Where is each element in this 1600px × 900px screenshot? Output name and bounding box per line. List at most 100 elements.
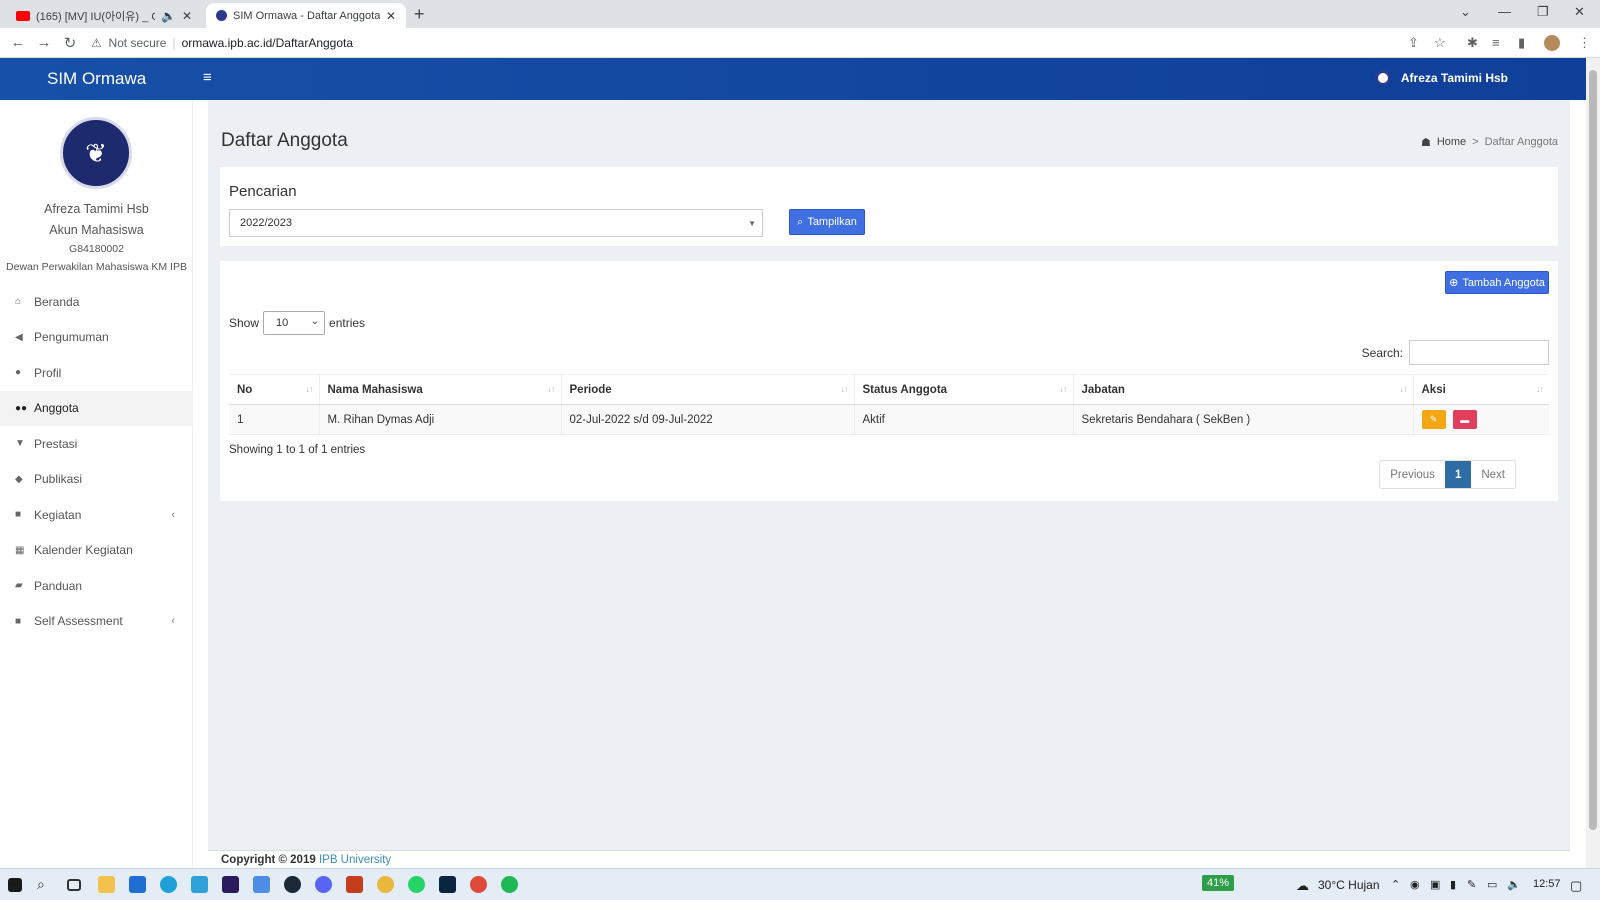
minimize-icon[interactable]: — bbox=[1498, 4, 1511, 19]
back-icon[interactable]: ← bbox=[5, 34, 31, 51]
chrome-menu-icon[interactable]: ⋮ bbox=[1578, 35, 1591, 51]
sidebar-item-kegiatan[interactable]: ■ Kegiatan ‹ bbox=[0, 497, 193, 533]
task-view-icon[interactable] bbox=[67, 879, 81, 891]
edge-icon[interactable] bbox=[160, 876, 177, 893]
sidebar-menu: ⌂ Beranda ◀ Pengumuman ● Profil ●● Anggota ▼… bbox=[0, 284, 193, 639]
youtube-icon bbox=[16, 10, 30, 21]
column-header-jabatan[interactable]: Jabatan ↓↑ bbox=[1072, 374, 1413, 405]
scrollbar-thumb[interactable] bbox=[1589, 70, 1597, 830]
pagination-page-1[interactable]: 1 bbox=[1444, 461, 1472, 488]
browser-toolbar: ← → ↻ ⚠ Not secure | ormawa.ipb.ac.id/Da… bbox=[0, 28, 1600, 58]
device-icon: ▣ bbox=[1430, 879, 1441, 891]
sidebar-item-profil[interactable]: ● Profil bbox=[0, 355, 193, 391]
record-icon: ◉ bbox=[1410, 879, 1420, 891]
tambah-anggota-button[interactable]: ⊕ Tambah Anggota bbox=[1445, 271, 1549, 294]
chrome-icon[interactable] bbox=[377, 876, 394, 893]
table-info: Showing 1 to 1 of 1 entries bbox=[229, 444, 366, 456]
zoom-icon[interactable] bbox=[253, 876, 270, 893]
sidebar-user-role: Akun Mahasiswa bbox=[49, 223, 144, 237]
hamburger-menu-icon[interactable]: ≡ bbox=[203, 69, 212, 86]
discord-icon[interactable] bbox=[315, 876, 332, 893]
weather-text[interactable]: 30°C Hujan bbox=[1318, 878, 1380, 892]
sidebar-item-anggota[interactable]: ●● Anggota bbox=[0, 390, 193, 426]
windows-start-icon[interactable] bbox=[8, 878, 22, 892]
side-panel-icon[interactable]: ▮ bbox=[1518, 35, 1525, 51]
sidebar-item-publikasi[interactable]: ◆ Publikasi bbox=[0, 462, 193, 498]
edit-button[interactable]: ✎ bbox=[1421, 410, 1446, 429]
forward-icon[interactable]: → bbox=[31, 34, 57, 51]
tampilkan-button[interactable]: ⌕ Tampilkan bbox=[789, 209, 865, 235]
column-label: No bbox=[237, 383, 253, 396]
profile-avatar-icon[interactable] bbox=[1544, 35, 1560, 51]
reading-list-icon[interactable]: ≡ bbox=[1492, 35, 1500, 50]
chrome-profile-icon[interactable] bbox=[470, 876, 487, 893]
year-select[interactable]: 2022/2023 ▼ bbox=[229, 209, 763, 237]
sidebar-item-prestasi[interactable]: ▼ Prestasi bbox=[0, 426, 193, 462]
column-header-aksi[interactable]: Aksi ↓↑ bbox=[1412, 374, 1549, 405]
address-bar[interactable]: ⚠ Not secure | ormawa.ipb.ac.id/DaftarAn… bbox=[91, 36, 353, 50]
pagination-previous[interactable]: Previous bbox=[1380, 461, 1445, 488]
browser-tab-youtube[interactable]: (165) [MV] IU(아이유) _ Celeb 🔈 ✕ bbox=[6, 3, 202, 28]
premiere-icon[interactable] bbox=[222, 876, 239, 893]
speaker-icon[interactable]: 🔈 bbox=[161, 9, 176, 23]
mail-icon[interactable] bbox=[129, 876, 146, 893]
share-icon[interactable]: ⇪ bbox=[1408, 35, 1419, 51]
column-header-periode[interactable]: Periode ↓↑ bbox=[560, 374, 854, 405]
copyright-text: Copyright © 2019 bbox=[221, 854, 316, 866]
tab-search-icon[interactable]: ⌄ bbox=[1460, 4, 1471, 20]
powerpoint-icon[interactable] bbox=[346, 876, 363, 893]
spotify-icon[interactable] bbox=[501, 876, 518, 893]
search-input[interactable] bbox=[1409, 340, 1549, 365]
close-tab-icon[interactable]: ✕ bbox=[182, 9, 192, 23]
reload-icon[interactable]: ↻ bbox=[57, 34, 83, 52]
volume-icon[interactable]: 🔈 bbox=[1507, 878, 1521, 891]
whatsapp-icon[interactable] bbox=[408, 876, 425, 893]
year-select-value: 2022/2023 bbox=[240, 217, 292, 229]
tambah-anggota-label: Tambah Anggota bbox=[1462, 276, 1545, 289]
app-header: SIM Ormawa ≡ Afreza Tamimi Hsb bbox=[0, 58, 1586, 100]
extensions-icon[interactable]: ✱ bbox=[1467, 35, 1478, 51]
close-window-icon[interactable]: ✕ bbox=[1574, 4, 1585, 20]
table-header-row: No ↓↑ Nama Mahasiswa ↓↑ Periode ↓↑ Status A… bbox=[229, 374, 1549, 405]
column-header-status[interactable]: Status Anggota ↓↑ bbox=[853, 374, 1073, 405]
maximize-icon[interactable]: ❐ bbox=[1537, 4, 1549, 20]
breadcrumb-home[interactable]: Home bbox=[1437, 136, 1466, 149]
user-menu[interactable]: Afreza Tamimi Hsb bbox=[1374, 70, 1508, 86]
bookmark-star-icon[interactable]: ☆ bbox=[1434, 35, 1446, 51]
pagination-next[interactable]: Next bbox=[1471, 461, 1515, 488]
column-header-nama[interactable]: Nama Mahasiswa ↓↑ bbox=[318, 374, 561, 405]
table-search: Search: bbox=[1362, 340, 1549, 365]
entries-value: 10 bbox=[276, 317, 289, 329]
entries-select[interactable]: 10 ⌄ bbox=[263, 311, 326, 335]
network-icon[interactable]: ▭ bbox=[1487, 878, 1497, 891]
steam-icon[interactable] bbox=[284, 876, 301, 893]
sidebar-item-self-assessment[interactable]: ■ Self Assessment ‹ bbox=[0, 604, 193, 640]
close-tab-icon[interactable]: ✕ bbox=[386, 9, 396, 23]
bullhorn-icon: ◀ bbox=[15, 331, 23, 343]
file-explorer-icon[interactable] bbox=[98, 876, 115, 893]
clock-time[interactable]: 12:57 bbox=[1533, 878, 1561, 890]
app-l-icon[interactable] bbox=[191, 876, 208, 893]
dashboard-icon: ☗ bbox=[1420, 137, 1431, 149]
sidebar-item-panduan[interactable]: ▰ Panduan bbox=[0, 568, 193, 604]
trophy-icon: ▼ bbox=[15, 438, 25, 450]
chevron-up-icon[interactable]: ⌃ bbox=[1391, 878, 1400, 891]
browser-tab-sim-ormawa[interactable]: SIM Ormawa - Daftar Anggota ✕ bbox=[206, 3, 406, 28]
cell-nama: M. Rihan Dymas Adji bbox=[318, 404, 561, 435]
sidebar-item-beranda[interactable]: ⌂ Beranda bbox=[0, 284, 193, 320]
column-header-no[interactable]: No ↓↑ bbox=[229, 374, 319, 405]
sidebar-item-pengumuman[interactable]: ◀ Pengumuman bbox=[0, 320, 193, 356]
sidebar-item-kalender-kegiatan[interactable]: ▦ Kalender Kegiatan bbox=[0, 533, 193, 569]
cell-periode: 02-Jul-2022 s/d 09-Jul-2022 bbox=[560, 404, 854, 435]
notification-icon[interactable]: ▢ bbox=[1570, 878, 1582, 894]
new-tab-icon[interactable]: + bbox=[414, 4, 425, 25]
delete-button[interactable]: ▬ bbox=[1452, 410, 1477, 429]
search-icon[interactable]: ⌕ bbox=[37, 876, 54, 893]
ipb-university-link[interactable]: IPB University bbox=[319, 854, 391, 866]
battery-indicator[interactable]: 41% bbox=[1202, 875, 1235, 891]
terminal-icon[interactable] bbox=[439, 876, 456, 893]
page-scrollbar[interactable] bbox=[1586, 58, 1600, 868]
breadcrumb: ☗ Home > Daftar Anggota bbox=[1421, 136, 1558, 149]
brand-title[interactable]: SIM Ormawa bbox=[47, 69, 146, 89]
sidebar-item-label: Pengumuman bbox=[34, 330, 109, 345]
